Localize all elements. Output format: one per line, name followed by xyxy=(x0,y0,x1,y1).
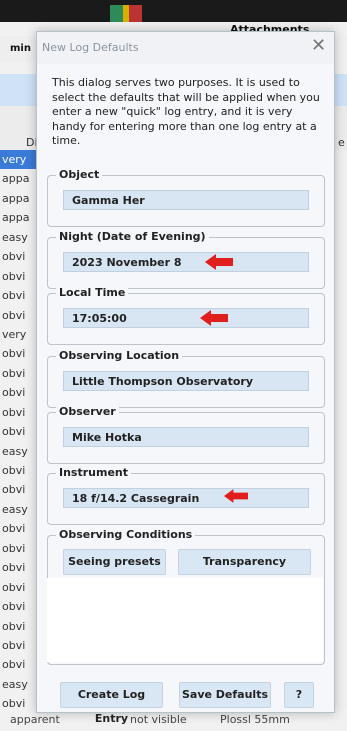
list-item[interactable]: appa xyxy=(0,208,40,227)
observer-group: Observer Mike Hotka xyxy=(47,405,325,464)
night-date-field[interactable]: 2023 November 8 xyxy=(63,252,309,272)
create-log-entry-button[interactable]: Create Log Entry xyxy=(60,682,163,725)
conditions-legend: Observing Conditions xyxy=(56,528,196,542)
object-group: Object Gamma Her xyxy=(47,168,325,227)
list-item[interactable]: obvi xyxy=(0,655,40,674)
observer-field[interactable]: Mike Hotka xyxy=(63,427,309,447)
location-field[interactable]: Little Thompson Observatory xyxy=(63,371,309,391)
list-item[interactable]: obvi xyxy=(0,578,40,597)
location-group: Observing Location Little Thompson Obser… xyxy=(47,349,325,408)
list-item[interactable]: obvi xyxy=(0,480,40,499)
list-item[interactable]: obvi xyxy=(0,519,40,538)
help-button[interactable]: ? xyxy=(284,682,314,708)
conditions-list-area[interactable] xyxy=(47,578,323,662)
local-time-legend: Local Time xyxy=(56,286,129,300)
list-item[interactable]: appa xyxy=(0,189,40,208)
bottom-row-cell: Plossl 55mm xyxy=(220,713,290,726)
close-icon[interactable]: ✕ xyxy=(311,36,326,56)
night-group: Night (Date of Evening) 2023 November 8 xyxy=(47,230,325,289)
object-field[interactable]: Gamma Her xyxy=(63,190,309,210)
list-item[interactable]: obvi xyxy=(0,403,40,422)
observer-legend: Observer xyxy=(56,405,119,419)
list-item[interactable]: very xyxy=(0,150,40,170)
local-time-field[interactable]: 17:05:00 xyxy=(63,308,309,328)
transparency-presets-button[interactable]: Transparency presets xyxy=(178,549,311,592)
list-item[interactable]: obvi xyxy=(0,306,40,325)
list-item[interactable]: easy xyxy=(0,442,40,461)
red-arrow-icon xyxy=(205,254,233,270)
list-item[interactable]: easy xyxy=(0,500,40,519)
instrument-legend: Instrument xyxy=(56,466,131,480)
save-defaults-button[interactable]: Save Defaults xyxy=(179,682,271,708)
list-item[interactable]: appa xyxy=(0,169,40,188)
list-item[interactable]: obvi xyxy=(0,461,40,480)
instrument-field[interactable]: 18 f/14.2 Cassegrain xyxy=(63,488,309,508)
list-item[interactable]: obvi xyxy=(0,694,40,713)
column-header-e[interactable]: e xyxy=(338,136,345,149)
list-item[interactable]: obvi xyxy=(0,597,40,616)
list-item[interactable]: obvi xyxy=(0,539,40,558)
list-item[interactable]: easy xyxy=(0,675,40,694)
bottom-list-row[interactable]: apparent not visible Plossl 55mm xyxy=(0,713,347,729)
dialog-title: New Log Defaults xyxy=(42,41,139,54)
local-time-group: Local Time 17:05:00 xyxy=(47,286,325,345)
list-item[interactable]: obvi xyxy=(0,364,40,383)
bottom-row-cell: not visible xyxy=(130,713,187,726)
min-tab[interactable]: min xyxy=(0,36,41,62)
list-item[interactable]: obvi xyxy=(0,617,40,636)
list-item[interactable]: obvi xyxy=(0,267,40,286)
list-item[interactable]: obvi xyxy=(0,286,40,305)
dialog-titlebar[interactable]: New Log Defaults ✕ xyxy=(37,32,334,64)
seeing-presets-button[interactable]: Seeing presets xyxy=(63,549,166,575)
instrument-group: Instrument 18 f/14.2 Cassegrain xyxy=(47,466,325,525)
list-item[interactable]: easy xyxy=(0,228,40,247)
location-legend: Observing Location xyxy=(56,349,183,363)
red-arrow-icon xyxy=(200,310,228,326)
night-legend: Night (Date of Evening) xyxy=(56,230,209,244)
red-arrow-icon xyxy=(224,489,248,503)
list-item[interactable]: obvi xyxy=(0,383,40,402)
bottom-row-cell: apparent xyxy=(10,713,60,726)
toolbar-accent xyxy=(110,5,142,22)
new-log-defaults-dialog: New Log Defaults ✕ This dialog serves tw… xyxy=(36,31,335,725)
list-item[interactable]: obvi xyxy=(0,558,40,577)
object-legend: Object xyxy=(56,168,103,182)
min-tab-label: min xyxy=(10,43,31,54)
dialog-description: This dialog serves two purposes. It is u… xyxy=(52,76,320,147)
list-item[interactable]: very xyxy=(0,325,40,344)
list-item[interactable]: obvi xyxy=(0,422,40,441)
list-item[interactable]: obvi xyxy=(0,247,40,266)
list-item[interactable]: obvi xyxy=(0,636,40,655)
top-bar xyxy=(0,0,347,22)
log-list: very appa appa appa easy obvi obvi obvi obvi very… xyxy=(0,150,40,714)
list-item[interactable]: obvi xyxy=(0,344,40,363)
